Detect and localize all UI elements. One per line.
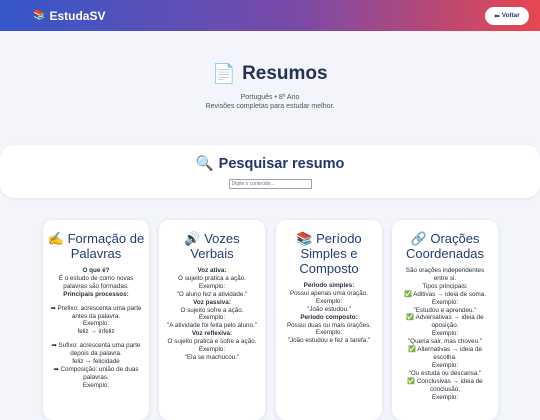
writing-hand-icon: ✍️ xyxy=(47,231,64,246)
card-text-line: "João estudou e fez a tarefa." xyxy=(287,337,371,345)
back-arrow-icon: ⬅ xyxy=(494,12,500,20)
card-heading: O que é? xyxy=(82,267,110,274)
brand-name: EstudaSV xyxy=(49,8,106,23)
card-heading: Período composto: xyxy=(300,313,358,321)
search-icon: 🔍 xyxy=(195,156,214,172)
card-text-line: Possui duas ou mais orações. xyxy=(286,321,371,329)
card-text-line: "A atividade foi feita pelo aluno." xyxy=(167,322,257,330)
card-title: 📚 Período Simples e Composto xyxy=(276,231,382,276)
card-text-line: O sujeito pratica a ação. xyxy=(178,274,246,282)
card-text-line: Exemplo: xyxy=(315,329,343,337)
card-body: Período simples: Possui apenas uma oração… xyxy=(276,282,382,345)
books-icon: 📚 xyxy=(33,10,46,21)
search-title: 🔍 Pesquisar resumo xyxy=(0,155,540,173)
back-button-label: Voltar xyxy=(501,12,520,19)
summary-card[interactable]: 🔗 Orações Coordenadas São orações indepen… xyxy=(392,220,498,420)
card-title: 🔗 Orações Coordenadas xyxy=(392,231,498,261)
card-text-line: ✅ Adversativas → ideia de oposição. xyxy=(406,314,484,330)
card-text-line: O sujeito sofre a ação. xyxy=(180,306,244,314)
summary-cards: ✍️ Formação de Palavras O que é? É o estud… xyxy=(43,220,513,420)
card-text-line: ➡ Composição: união de duas palavras. xyxy=(53,365,139,381)
card-text-line: Exemplo: xyxy=(315,297,343,305)
page-subtitle: Português • 8º Ano xyxy=(240,94,300,101)
search-input[interactable] xyxy=(228,179,312,189)
card-text-line: Exemplo: xyxy=(431,298,459,306)
card-text-line: Exemplo: xyxy=(82,381,110,389)
card-text-line: Tipos principais: xyxy=(422,282,468,290)
card-text-line: Exemplo: xyxy=(431,330,459,338)
card-title-text: Formação de Palavras xyxy=(67,231,145,261)
books-icon: 📚 xyxy=(296,231,313,246)
card-heading: Voz passiva: xyxy=(193,298,231,306)
card-text-line: feliz → infeliz xyxy=(77,328,115,336)
page-title: 📄 Resumos xyxy=(0,62,540,86)
card-text-line: O sujeito pratica e sofre a ação. xyxy=(167,338,257,346)
card-heading: Voz ativa: xyxy=(197,267,227,274)
card-text-line: ➡ Sufixo: acrescenta uma parte depois da… xyxy=(51,342,141,358)
card-title: 🔊 Vozes Verbais xyxy=(159,231,265,261)
card-text-line: ✅ Aditivas → ideia de soma. xyxy=(403,290,487,298)
brand[interactable]: 📚 EstudaSV xyxy=(33,9,105,23)
card-heading: Período simples: xyxy=(303,282,355,289)
card-text-line: Exemplo: xyxy=(198,314,226,322)
card-heading: Voz reflexiva: xyxy=(191,330,233,338)
card-text-line: "Queria sair, mas choveu." xyxy=(407,338,483,346)
page-description: Revisões completas para estudar melhor. xyxy=(205,103,335,110)
card-text-line: Exemplo: xyxy=(431,393,459,401)
card-text-line: ✅ Alternativas → ideia de escolha. xyxy=(408,346,482,361)
search-card: 🔍 Pesquisar resumo xyxy=(0,145,540,198)
top-bar: 📚 EstudaSV ⬅ Voltar xyxy=(0,0,540,31)
card-text-line: ✅ Conclusivas → ideia de conclusão. xyxy=(407,377,483,393)
card-body: O que é? É o estudo de como novas palavra… xyxy=(43,267,149,390)
card-text-line: "João estudou." xyxy=(306,305,352,313)
card-title: ✍️ Formação de Palavras xyxy=(43,231,149,261)
card-text-line: "Ela se machucou." xyxy=(184,353,240,361)
link-icon: 🔗 xyxy=(410,231,427,246)
summary-card[interactable]: 📚 Período Simples e Composto Período simp… xyxy=(276,220,382,420)
card-body: Voz ativa: O sujeito pratica a ação. Exemp… xyxy=(159,267,265,362)
search-title-text: Pesquisar resumo xyxy=(218,155,345,172)
card-text-line: Exemplo: xyxy=(198,346,226,354)
card-heading: Principais processos: xyxy=(63,290,129,298)
card-text-line: São orações independentes entre si. xyxy=(405,267,485,282)
card-text-line: "O aluno fez a atividade." xyxy=(176,290,248,298)
card-text-line: Possui apenas uma oração. xyxy=(289,289,369,297)
page-title-text: Resumos xyxy=(242,63,328,84)
card-text-line: ➡ Prefixo: acrescenta uma parte antes da… xyxy=(50,304,142,320)
card-text-line: feliz → felicidade xyxy=(72,358,120,366)
card-text-line: Exemplo: xyxy=(198,282,226,290)
card-text-line: Exemplo: xyxy=(431,361,459,369)
document-icon: 📄 xyxy=(212,64,237,85)
speaker-icon: 🔊 xyxy=(184,231,201,246)
back-button[interactable]: ⬅ Voltar xyxy=(485,6,529,25)
summary-card[interactable]: ✍️ Formação de Palavras O que é? É o estud… xyxy=(43,220,149,420)
card-text-line: É o estudo de como novas palavras são fo… xyxy=(58,274,134,290)
summary-card[interactable]: 🔊 Vozes Verbais Voz ativa: O sujeito prati… xyxy=(159,220,265,420)
card-text-line: Exemplo: xyxy=(82,320,110,328)
card-body: São orações independentes entre si. Tipos… xyxy=(392,267,498,401)
card-text-line: "Ou estuda ou descansa." xyxy=(408,369,482,377)
hero: 📄 Resumos Português • 8º Ano Revisões co… xyxy=(0,62,540,111)
